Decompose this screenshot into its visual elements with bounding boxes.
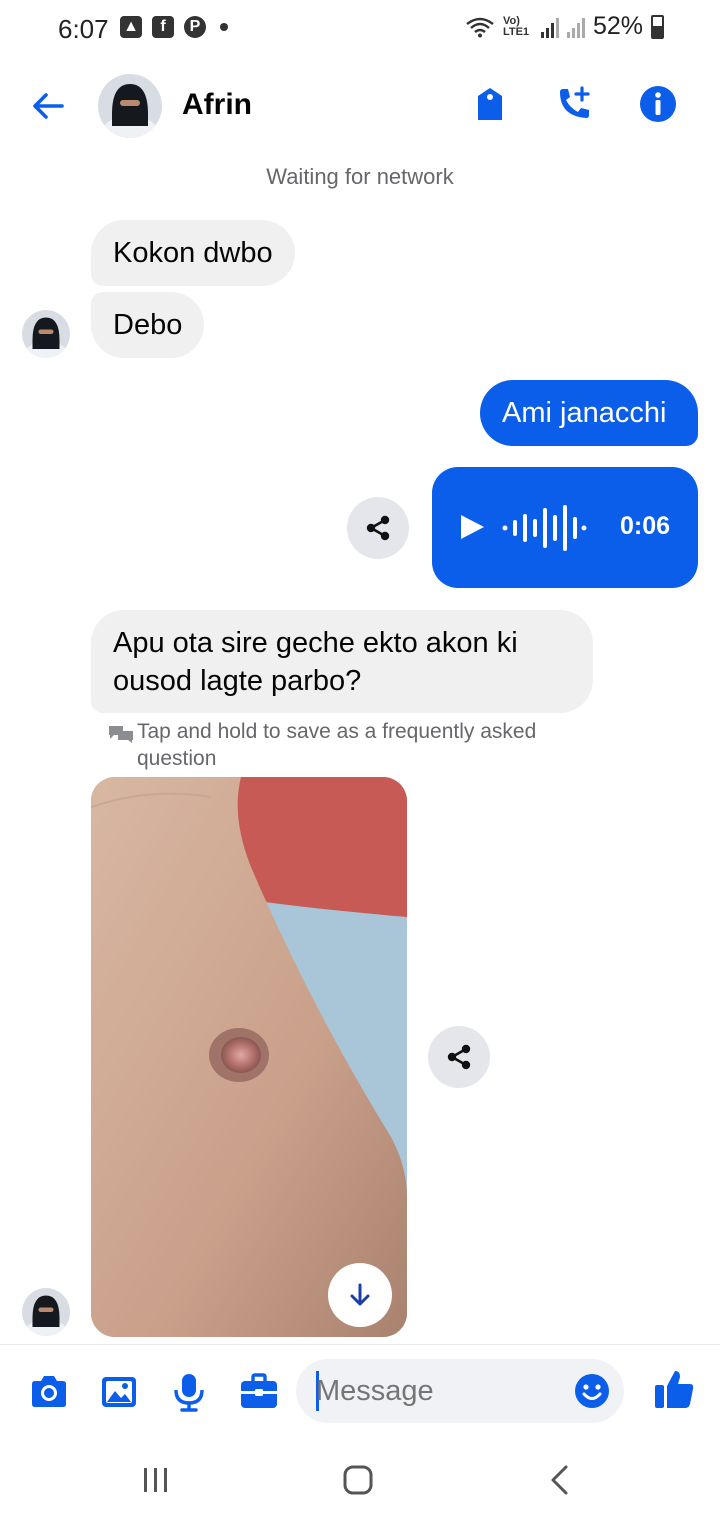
battery-icon [651, 14, 664, 39]
contact-avatar-small [22, 310, 70, 358]
voice-message[interactable]: 0:06 [432, 467, 698, 588]
message-input[interactable] [316, 1369, 566, 1413]
tag-icon[interactable] [470, 84, 510, 124]
facebook-notification-icon: f [152, 16, 174, 38]
system-navigation-bar [0, 1436, 720, 1520]
contact-name[interactable]: Afrin [182, 88, 252, 122]
faq-hint: Tap and hold to save as a frequently ask… [108, 718, 608, 772]
share-icon [447, 1044, 471, 1070]
signal-1-icon [540, 16, 559, 38]
briefcase-icon[interactable] [238, 1371, 280, 1413]
gallery-icon[interactable] [98, 1371, 140, 1413]
voice-duration: 0:06 [620, 512, 671, 540]
share-icon [366, 515, 390, 541]
incoming-message[interactable]: Debo [91, 292, 205, 358]
add-call-icon[interactable] [554, 84, 594, 124]
message-composer [0, 1344, 720, 1436]
status-bar: 6:07 ▲ f P Vo) LTE1 52% [0, 0, 720, 60]
photo-image [91, 777, 407, 1337]
pinterest-notification-icon: P [184, 16, 206, 38]
signal-2-icon [566, 16, 585, 38]
contact-avatar-small [22, 1288, 70, 1336]
microphone-icon[interactable] [168, 1371, 210, 1413]
chat-header: Afrin [0, 66, 720, 146]
download-arrow-icon [350, 1283, 370, 1306]
back-arrow-icon[interactable] [28, 86, 68, 126]
chat-bubbles-icon [109, 726, 133, 743]
status-right: Vo) LTE1 52% [465, 12, 664, 41]
back-nav-icon[interactable] [540, 1460, 580, 1500]
message-field[interactable] [296, 1359, 624, 1423]
incoming-message[interactable]: Apu ota sire geche ekto akon ki ousod la… [91, 610, 593, 713]
share-button[interactable] [428, 1026, 490, 1088]
emoji-icon[interactable] [574, 1373, 610, 1409]
thumbs-up-icon[interactable] [652, 1367, 696, 1411]
battery-percent: 52% [592, 12, 643, 40]
wifi-icon [466, 17, 494, 37]
notification-icons: ▲ f P [120, 16, 228, 38]
network-status-banner: Waiting for network [266, 164, 454, 189]
photo-message[interactable] [91, 777, 407, 1337]
more-notifications-dot [220, 23, 228, 31]
waveform-icon [502, 505, 587, 551]
gallery-notification-icon: ▲ [120, 16, 142, 38]
recent-apps-icon[interactable] [136, 1460, 176, 1500]
play-icon[interactable] [458, 513, 486, 541]
info-icon[interactable] [638, 84, 678, 124]
incoming-message[interactable]: Kokon dwbo [91, 220, 295, 286]
camera-icon[interactable] [28, 1371, 70, 1413]
download-button[interactable] [328, 1263, 392, 1327]
faq-hint-text: Tap and hold to save as a frequently ask… [137, 720, 537, 770]
outgoing-message[interactable]: Ami janacchi [480, 380, 698, 446]
home-icon[interactable] [338, 1460, 378, 1500]
status-time: 6:07 [58, 14, 109, 44]
share-button[interactable] [347, 497, 409, 559]
network-type-label: Vo) LTE1 [502, 14, 530, 38]
contact-avatar[interactable] [98, 74, 162, 138]
